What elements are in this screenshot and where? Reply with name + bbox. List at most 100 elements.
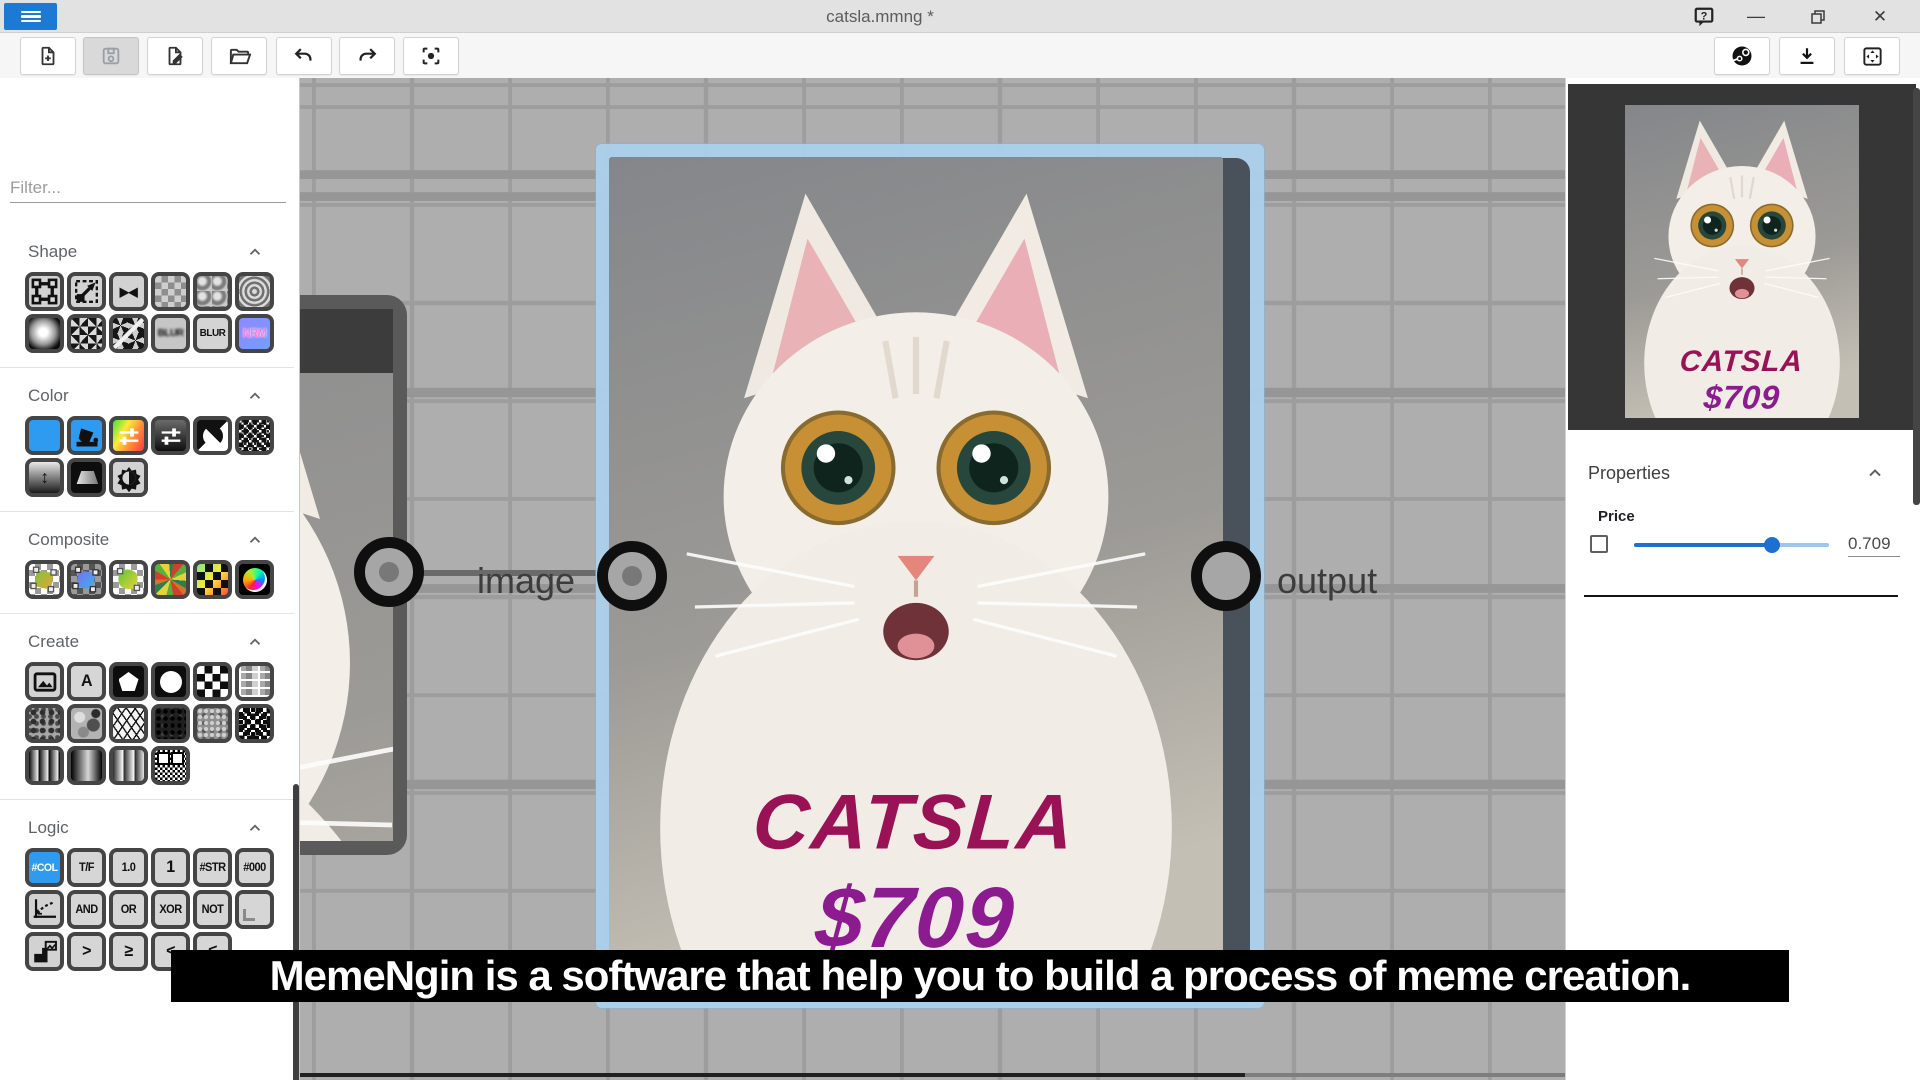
save-button[interactable] [83,37,139,75]
image-thumb[interactable] [25,662,64,701]
transform-thumb[interactable] [25,272,64,311]
hex-thumb[interactable]: #000 [235,848,274,887]
filter-input[interactable] [10,174,286,203]
node-graph-canvas[interactable]: image output [300,78,1565,1080]
blur-thumb[interactable]: BLUR [193,314,232,353]
curve-thumb[interactable] [25,890,64,929]
camouflage-thumb[interactable] [67,704,106,743]
gradient-light-thumb[interactable] [109,746,148,785]
section-header-color[interactable]: Color [0,368,294,416]
bool-thumb[interactable]: T/F [67,848,106,887]
fit-view-button[interactable] [1844,37,1900,75]
sidebar-scrollbar[interactable] [293,784,299,1080]
transform2d-thumb[interactable] [25,560,64,599]
string-thumb[interactable]: #STR [193,848,232,887]
levels-thumb[interactable] [151,416,190,455]
bricks-thumb[interactable] [235,662,274,701]
output-pipe-thumb[interactable] [25,932,64,971]
warp-thumb[interactable] [109,560,148,599]
color-transform-thumb[interactable] [67,560,106,599]
tonemap-thumb[interactable] [67,458,106,497]
section-header-create[interactable]: Create [0,614,294,662]
collapse-chevron-icon[interactable] [1865,463,1885,483]
greater-thumb[interactable]: > [67,932,106,971]
minimize-button[interactable]: — [1742,3,1770,30]
pass-thumb[interactable] [235,890,274,929]
redo-button[interactable] [339,37,395,75]
restore-button[interactable] [1804,3,1832,30]
pattern-cells-thumb[interactable] [193,272,232,311]
new-file-button[interactable] [20,37,76,75]
and-thumb[interactable]: AND [67,890,106,929]
price-value-input[interactable] [1848,532,1900,557]
section-header-logic[interactable]: Logic [0,800,294,848]
or-thumb[interactable]: OR [109,890,148,929]
dot-noise-thumb[interactable] [25,704,64,743]
focus-view-button[interactable] [403,37,459,75]
normal-map-thumb[interactable]: NRM [235,314,274,353]
bw-noise-thumb[interactable] [235,416,274,455]
fit-view-icon [1861,45,1884,68]
edit-file-button[interactable] [147,37,203,75]
pattern-checker-thumb[interactable] [151,272,190,311]
chevron-up-icon [246,819,264,837]
color-checker-thumb[interactable] [193,560,232,599]
gradient-thumb[interactable] [67,746,106,785]
download-button[interactable] [1779,37,1835,75]
invert-thumb[interactable] [193,416,232,455]
brightness-contrast-thumb[interactable] [109,458,148,497]
text-thumb[interactable]: A [67,662,106,701]
titlebar: catsla.mmng * ? — ✕ [0,0,1920,33]
open-folder-button[interactable] [211,37,267,75]
cells-thumb[interactable] [109,704,148,743]
resize-thumb[interactable] [67,272,106,311]
glow-thumb[interactable] [25,314,64,353]
price-checkbox[interactable] [1590,535,1608,553]
close-button[interactable]: ✕ [1866,3,1894,30]
adjust-color-thumb[interactable] [109,416,148,455]
color-constant-thumb[interactable]: #COL [25,848,64,887]
dark-noise-thumb[interactable] [151,704,190,743]
panel-scrollbar[interactable] [1913,88,1920,505]
qrcode-thumb[interactable] [151,746,190,785]
scatter-thumb[interactable] [109,314,148,353]
mirror-thumb[interactable]: ▶◀ [109,272,148,311]
blur-soft-thumb[interactable]: BLUR [151,314,190,353]
greater-equal-thumb[interactable]: ≥ [109,932,148,971]
image-port-label: image [477,560,575,602]
xor-thumb[interactable]: XOR [151,890,190,929]
sphere-thumb[interactable] [235,560,274,599]
image-input-socket[interactable] [597,541,667,611]
int-thumb[interactable]: 1 [151,848,190,887]
section-header-shape[interactable]: Shape [0,224,294,272]
help-button[interactable]: ? [1690,3,1718,30]
price-slider[interactable] [1634,530,1829,560]
gray-noise-thumb[interactable] [193,704,232,743]
restore-icon [1809,8,1827,26]
price-tag-node[interactable] [596,144,1264,1008]
checkerboard-thumb[interactable] [193,662,232,701]
gradient-map-thumb[interactable]: ↕ [25,458,64,497]
meme-image [609,157,1223,967]
steam-icon [1730,44,1754,68]
solid-color-thumb[interactable] [25,416,64,455]
fill-color-thumb[interactable] [67,416,106,455]
gradient-bars-thumb[interactable] [25,746,64,785]
circle-thumb[interactable] [151,662,190,701]
section-header-composite[interactable]: Composite [0,512,294,560]
polygon-thumb[interactable] [109,662,148,701]
focus-view-icon [420,45,442,67]
download-icon [1796,45,1818,67]
undo-button[interactable] [276,37,332,75]
source-output-socket[interactable] [354,537,424,607]
triangles-thumb[interactable] [67,314,106,353]
kaleidoscope-thumb[interactable] [151,560,190,599]
float-thumb[interactable]: 1.0 [109,848,148,887]
price-slider-knob[interactable] [1764,537,1780,553]
pattern-mandala-thumb[interactable] [235,272,274,311]
output-socket[interactable] [1191,541,1261,611]
white-noise-thumb[interactable] [235,704,274,743]
not-thumb[interactable]: NOT [193,890,232,929]
steam-button[interactable] [1714,37,1770,75]
result-preview [1568,84,1916,430]
